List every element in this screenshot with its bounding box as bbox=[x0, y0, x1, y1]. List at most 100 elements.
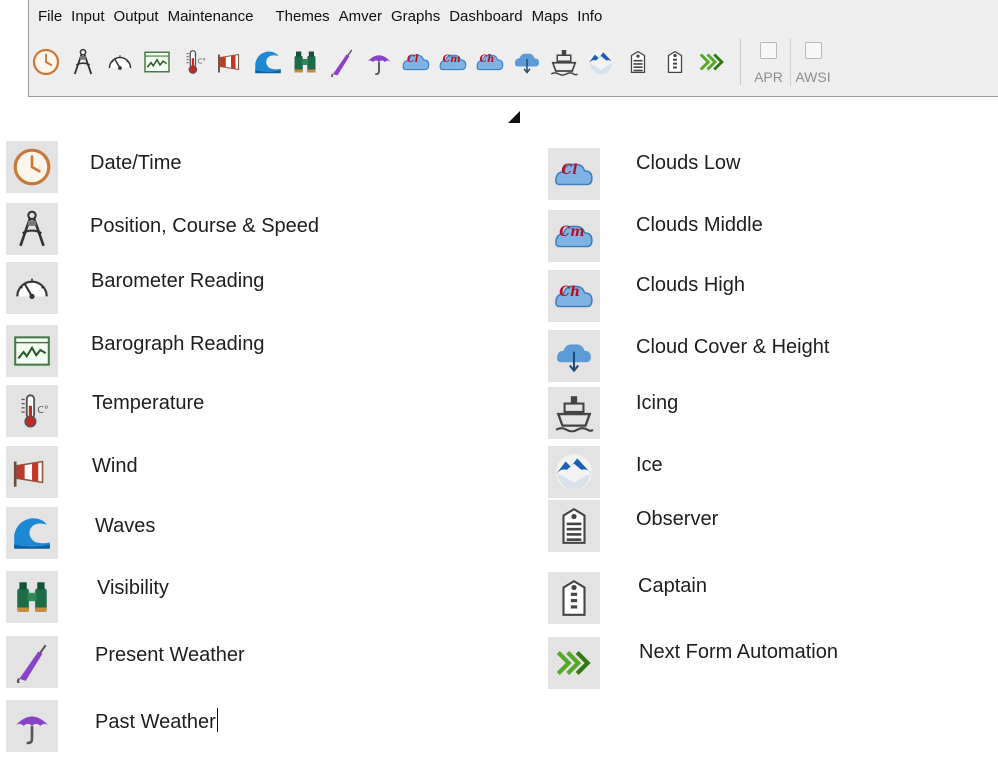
binoculars-icon bbox=[294, 51, 316, 73]
date-time-button[interactable] bbox=[29, 45, 63, 79]
menu-maintenance[interactable]: Maintenance bbox=[159, 8, 254, 25]
legend-label: Clouds Middle bbox=[636, 214, 763, 236]
visibility-button[interactable] bbox=[288, 45, 322, 79]
legend-wave-icon bbox=[6, 507, 58, 559]
double-chevron-icon bbox=[699, 53, 724, 71]
awsi-checkbox[interactable] bbox=[804, 42, 822, 59]
legend-windsock-icon bbox=[6, 446, 58, 498]
clouds-high-button[interactable]: Ch bbox=[473, 45, 507, 79]
waves-button[interactable] bbox=[251, 45, 285, 79]
legend-label: Observer bbox=[636, 508, 719, 530]
thermometer-icon: C° bbox=[186, 50, 206, 74]
legend-cloud-cl-icon: Cl bbox=[548, 148, 600, 200]
menu-file[interactable]: File bbox=[29, 8, 62, 25]
app-window: File Input Output Maintenance Themes Amv… bbox=[28, 0, 998, 97]
legend-label: Waves bbox=[95, 515, 156, 537]
ship-icon bbox=[550, 50, 579, 76]
legend-label: Ice bbox=[636, 454, 663, 476]
text-cursor bbox=[216, 708, 218, 732]
menu-output[interactable]: Output bbox=[105, 8, 159, 25]
toolbar-separator bbox=[740, 39, 741, 85]
cloud-ch-icon: Ch bbox=[476, 54, 504, 71]
ice-button[interactable] bbox=[584, 45, 618, 79]
svg-text:Cm: Cm bbox=[559, 224, 584, 240]
barograph-icon bbox=[144, 51, 170, 73]
ice-icon bbox=[556, 454, 592, 490]
observer-button[interactable] bbox=[621, 45, 655, 79]
legend-label: Visibility bbox=[97, 577, 169, 599]
legend-label: Wind bbox=[92, 455, 138, 477]
double-chevron-icon bbox=[556, 651, 591, 675]
compass-icon bbox=[19, 210, 45, 247]
umbrella-closed-icon bbox=[331, 49, 353, 77]
cloud-cover-button[interactable] bbox=[510, 45, 544, 79]
apr-toggle[interactable]: APR bbox=[747, 38, 791, 86]
menu-info[interactable]: Info bbox=[568, 8, 602, 25]
legend-barometer-icon bbox=[6, 262, 58, 314]
menu-themes[interactable]: Themes bbox=[253, 8, 329, 25]
legend-thermometer-icon: C° bbox=[6, 385, 58, 437]
ice-icon bbox=[588, 49, 614, 75]
cloud-arrow-icon bbox=[514, 53, 539, 74]
thermometer-icon: C° bbox=[21, 394, 49, 428]
legend-label: Cloud Cover & Height bbox=[636, 336, 830, 358]
windsock-icon bbox=[13, 460, 44, 487]
legend-binoculars-icon bbox=[6, 571, 58, 623]
temperature-button[interactable]: C° bbox=[177, 45, 211, 79]
legend-clock-icon bbox=[6, 141, 58, 193]
menu-graphs[interactable]: Graphs bbox=[382, 8, 440, 25]
position-button[interactable] bbox=[66, 45, 100, 79]
apr-checkbox[interactable] bbox=[760, 42, 777, 59]
svg-text:Ch: Ch bbox=[559, 284, 580, 300]
legend-label: Barometer Reading bbox=[91, 270, 265, 292]
legend-label: Icing bbox=[636, 392, 679, 414]
legend-captain-icon bbox=[548, 572, 600, 624]
captain-icon bbox=[667, 50, 683, 74]
apr-label: APR bbox=[754, 69, 783, 85]
menu-maps[interactable]: Maps bbox=[523, 8, 569, 25]
clock-icon bbox=[13, 148, 51, 186]
compass-icon bbox=[73, 48, 93, 75]
barometer-button[interactable] bbox=[103, 45, 137, 79]
menu-input[interactable]: Input bbox=[62, 8, 104, 25]
legend-observer-icon bbox=[548, 500, 600, 552]
barograph-button[interactable] bbox=[140, 45, 174, 79]
dropdown-arrow-icon bbox=[508, 111, 520, 123]
wind-button[interactable] bbox=[214, 45, 248, 79]
menu-amver[interactable]: Amver bbox=[330, 8, 382, 25]
cloud-cl-icon: Cl bbox=[402, 54, 430, 71]
windsock-icon bbox=[218, 53, 240, 73]
svg-text:C°: C° bbox=[198, 58, 206, 66]
legend-compass-icon bbox=[6, 203, 58, 255]
legend-label: Clouds High bbox=[636, 274, 745, 296]
awsi-toggle[interactable]: AWSI bbox=[791, 38, 835, 86]
captain-button[interactable] bbox=[658, 45, 692, 79]
next-form-button[interactable] bbox=[695, 45, 729, 79]
icing-button[interactable] bbox=[547, 45, 581, 79]
legend-label-editing: Past Weather bbox=[95, 708, 218, 734]
binoculars-icon bbox=[17, 582, 47, 612]
legend-label: Captain bbox=[638, 575, 707, 597]
clouds-middle-button[interactable]: Cm bbox=[436, 45, 470, 79]
past-weather-button[interactable] bbox=[362, 45, 396, 79]
menu-bar: File Input Output Maintenance Themes Amv… bbox=[29, 5, 602, 27]
svg-text:Cl: Cl bbox=[561, 162, 577, 178]
svg-text:Ch: Ch bbox=[480, 54, 495, 65]
clouds-low-button[interactable]: Cl bbox=[399, 45, 433, 79]
present-weather-button[interactable] bbox=[325, 45, 359, 79]
legend-ice-icon bbox=[548, 446, 600, 498]
legend-umbrella-closed-icon bbox=[6, 636, 58, 688]
umbrella-closed-icon bbox=[16, 644, 47, 683]
observer-icon bbox=[562, 507, 586, 544]
cloud-ch-icon: Ch bbox=[555, 284, 593, 308]
awsi-label: AWSI bbox=[795, 69, 831, 85]
ship-icon bbox=[555, 396, 594, 433]
cloud-cm-icon: Cm bbox=[555, 224, 593, 248]
legend-label: Clouds Low bbox=[636, 152, 741, 174]
legend-double-chevron-icon bbox=[548, 637, 600, 689]
cloud-cl-icon: Cl bbox=[555, 162, 593, 186]
menu-dashboard[interactable]: Dashboard bbox=[440, 8, 522, 25]
captain-icon bbox=[562, 579, 586, 616]
barometer-icon bbox=[16, 278, 48, 300]
legend-label: Position, Course & Speed bbox=[90, 215, 320, 237]
